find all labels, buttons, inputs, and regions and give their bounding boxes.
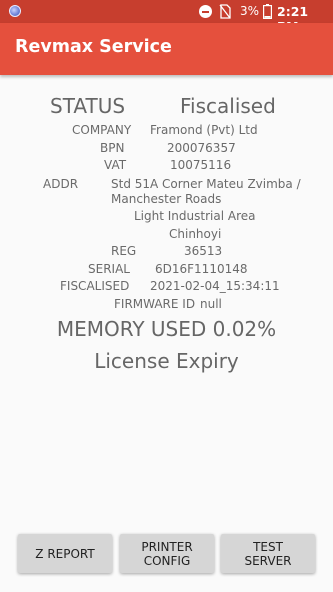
bpn-label: BPN	[100, 141, 125, 155]
app-title: Revmax Service	[15, 37, 172, 57]
firmware-label: FIRMWARE ID	[114, 297, 196, 311]
printer-config-button[interactable]: PRINTER CONFIG	[120, 534, 214, 573]
addr-line-4: Chinhoyi	[169, 227, 222, 241]
license-expiry: License Expiry	[94, 349, 239, 373]
status-label: STATUS	[50, 94, 126, 118]
app-bar: Revmax Service	[0, 23, 333, 75]
vat-label: VAT	[104, 158, 127, 172]
addr-line-3: Light Industrial Area	[134, 209, 256, 223]
no-sim-icon	[219, 4, 231, 19]
status-bar: 3% 2:21 PM	[0, 0, 333, 34]
memory-used: MEMORY USED 0.02%	[56, 317, 277, 341]
addr-line-2: Manchester Roads	[111, 192, 222, 206]
z-report-button[interactable]: Z REPORT	[18, 534, 112, 573]
serial-label: SERIAL	[88, 262, 130, 276]
company-label: COMPANY	[72, 123, 132, 137]
addr-line-1: Std 51A Corner Mateu Zvimba /	[111, 177, 301, 191]
notification-icon	[9, 5, 21, 17]
fiscalised-label: FISCALISED	[60, 279, 130, 293]
reg-value: 36513	[184, 244, 223, 258]
serial-value: 6D16F1110148	[155, 262, 248, 276]
battery-icon	[263, 4, 272, 19]
test-server-button[interactable]: TEST SERVER	[221, 534, 315, 573]
addr-label: ADDR	[43, 177, 79, 191]
fiscalised-value: 2021-02-04_15:34:11	[150, 279, 280, 293]
vat-value: 10075116	[170, 158, 232, 172]
reg-label: REG	[111, 244, 137, 258]
firmware-value: null	[200, 297, 222, 311]
battery-percent: 3%	[240, 4, 260, 18]
status-value: Fiscalised	[180, 94, 276, 118]
do-not-disturb-icon	[199, 5, 212, 18]
bpn-value: 200076357	[167, 141, 236, 155]
company-value: Framond (Pvt) Ltd	[150, 123, 258, 137]
